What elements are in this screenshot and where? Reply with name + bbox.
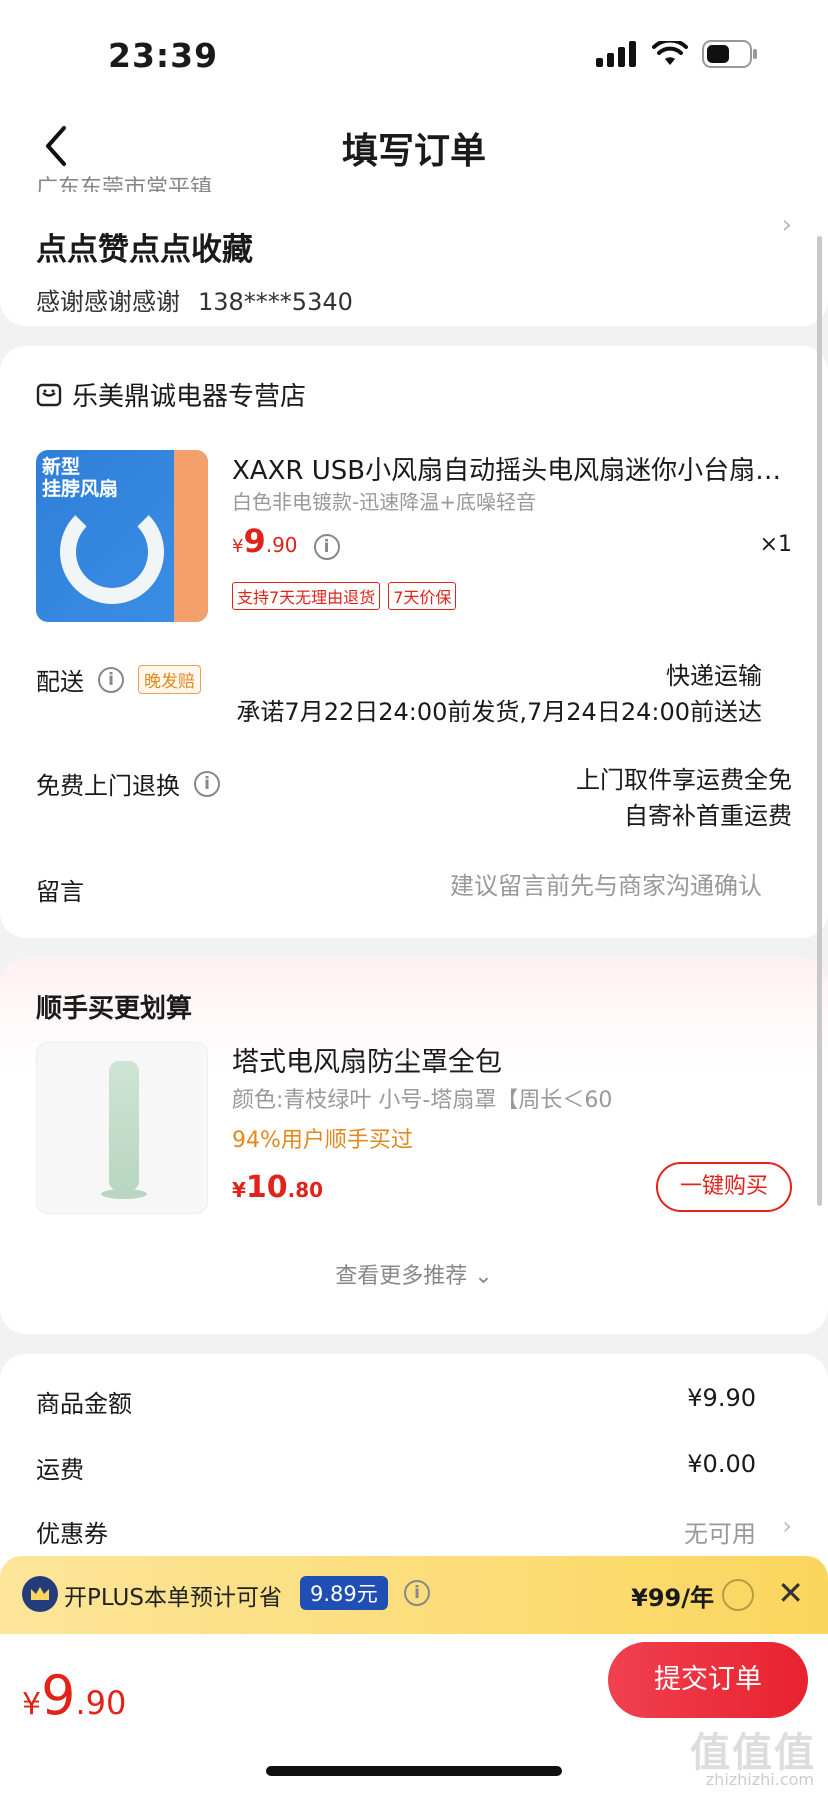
total-decimal: .90 (75, 1684, 127, 1722)
product-image-stripe (174, 450, 208, 622)
return-line2: 自寄补首重运费 (624, 802, 792, 830)
store-row[interactable]: 乐美鼎诚电器专营店 (36, 376, 306, 413)
coupon-value[interactable]: 无可用 (684, 1514, 756, 1549)
price-integer: 9 (243, 522, 266, 560)
shipping-label: 运费 (36, 1456, 84, 1484)
rec-price-integer: 10 (245, 1170, 288, 1205)
price-info-icon[interactable]: i (313, 534, 340, 560)
plus-info-icon[interactable]: i (404, 1580, 430, 1606)
plus-promo-bar: 开PLUS本单预计可省 9.89元 i ¥99/年 ✕ (0, 1556, 828, 1634)
order-card: 乐美鼎诚电器专营店 新型 挂脖风扇 XAXR USB小风扇自动摇头电风扇迷你小台… (0, 346, 828, 938)
product-image[interactable]: 新型 挂脖风扇 (36, 450, 208, 622)
service-tags: 支持7天无理由退货 7天价保 (232, 582, 457, 610)
chevron-right-icon[interactable]: › (782, 210, 792, 240)
battery-icon (702, 40, 757, 68)
store-icon (36, 383, 62, 406)
shipping-value: ¥0.00 (687, 1450, 756, 1478)
bottom-bar: ¥ 9 .90 提交订单 值值值 zhizhizhi.com (0, 1634, 828, 1795)
plus-price: ¥99/年 (631, 1584, 714, 1612)
signal-icon (596, 41, 636, 67)
product-quantity: ×1 (759, 532, 792, 557)
address-card[interactable]: 广东东莞市常平镇 点点赞点点收藏 感谢感谢感谢 138****5340 › (0, 170, 828, 326)
return-info-icon[interactable]: i (194, 770, 220, 797)
product-image-text: 新型 挂脖风扇 (42, 456, 119, 500)
return-label: 免费上门退换 (36, 772, 180, 800)
recommend-image[interactable] (36, 1042, 208, 1214)
delivery-label: 配送 (36, 668, 84, 696)
scrollbar[interactable] (817, 236, 822, 1206)
product-title[interactable]: XAXR USB小风扇自动摇头电风扇迷你小台扇可… (232, 450, 792, 487)
address-contact: 感谢感谢感谢 138****5340 (36, 282, 353, 317)
return-service-detail: 上门取件享运费全免 自寄补首重运费 (576, 762, 792, 834)
plus-select-radio[interactable] (722, 1579, 754, 1611)
status-time: 23:39 (108, 36, 219, 75)
recommend-rate: 94%用户顺手买过 (232, 1128, 413, 1153)
plus-saving-badge: 9.89元 (300, 1576, 388, 1610)
total-integer: 9 (41, 1664, 76, 1727)
total-currency: ¥ (22, 1687, 42, 1722)
coupon-label: 优惠券 (36, 1520, 108, 1548)
rec-price-decimal: .80 (287, 1178, 324, 1202)
status-icons (596, 40, 758, 68)
watermark-url: zhizhizhi.com (705, 1770, 814, 1789)
total-price: ¥ 9 .90 (22, 1664, 126, 1727)
delivery-method: 快递运输 (666, 662, 762, 690)
status-bar: 23:39 (0, 0, 828, 100)
coupon-chevron-icon[interactable]: › (782, 1512, 792, 1540)
recipient-phone: 138****5340 (198, 288, 353, 316)
recommend-name[interactable]: 塔式电风扇防尘罩全包 (232, 1040, 502, 1079)
page-title: 填写订单 (341, 131, 486, 172)
message-label: 留言 (36, 872, 84, 907)
product-spec[interactable]: 白色非电镀款-迅速降温+底噪轻音 (232, 486, 536, 515)
message-input[interactable]: 建议留言前先与商家沟通确认 (450, 868, 762, 904)
product-price: ¥ 9 .90 i (232, 522, 340, 560)
price-decimal: .90 (265, 533, 298, 557)
close-icon[interactable]: ✕ (777, 1574, 804, 1612)
return-label-row: 免费上门退换 i (36, 766, 220, 801)
more-recommend-link[interactable]: 查看更多推荐 ⌄ (0, 1258, 828, 1290)
message-label-text: 留言 (36, 878, 84, 906)
recipient-name: 感谢感谢感谢 (36, 288, 180, 316)
goods-amount-value: ¥9.90 (687, 1384, 756, 1412)
address-location: 广东东莞市常平镇 (36, 176, 213, 192)
product-image-fan (60, 500, 164, 604)
one-click-buy-button[interactable]: 一键购买 (656, 1162, 792, 1212)
goods-amount-label: 商品金额 (36, 1390, 132, 1418)
recommend-price: ¥ 10 .80 (232, 1170, 323, 1205)
home-indicator[interactable] (266, 1766, 562, 1776)
late-compensation-tag: 晚发赔 (138, 665, 201, 694)
recommend-title: 顺手买更划算 (36, 994, 193, 1024)
tag-no-reason-return: 支持7天无理由退货 (232, 582, 381, 610)
plus-text: 开PLUS本单预计可省 (64, 1585, 282, 1611)
tower-fan-shape (109, 1061, 139, 1191)
delivery-info-icon[interactable]: i (98, 666, 124, 693)
recommend-spec[interactable]: 颜色:青枝绿叶 小号-塔扇罩【周长＜60 (232, 1082, 612, 1114)
delivery-method-row[interactable]: 快递运输 承诺7月22日24:00前发货,7月24日24:00前送达 (236, 658, 762, 730)
tower-fan-base (101, 1189, 147, 1199)
return-line1: 上门取件享运费全免 (576, 766, 792, 794)
delivery-label-row: 配送 i 晚发赔 (36, 662, 201, 697)
tag-price-protect: 7天价保 (388, 582, 457, 610)
price-currency: ¥ (232, 536, 244, 557)
delivery-promise: 承诺7月22日24:00前发货,7月24日24:00前送达 (236, 698, 762, 726)
rec-price-currency: ¥ (232, 1178, 246, 1202)
store-name: 乐美鼎诚电器专营店 (72, 382, 307, 412)
recommend-card: 顺手买更划算 塔式电风扇防尘罩全包 颜色:青枝绿叶 小号-塔扇罩【周长＜60 9… (0, 958, 828, 1334)
address-title: 点点赞点点收藏 (36, 232, 253, 268)
wifi-icon (652, 41, 688, 65)
plus-crown-icon (22, 1576, 58, 1612)
submit-order-button[interactable]: 提交订单 (608, 1642, 808, 1718)
